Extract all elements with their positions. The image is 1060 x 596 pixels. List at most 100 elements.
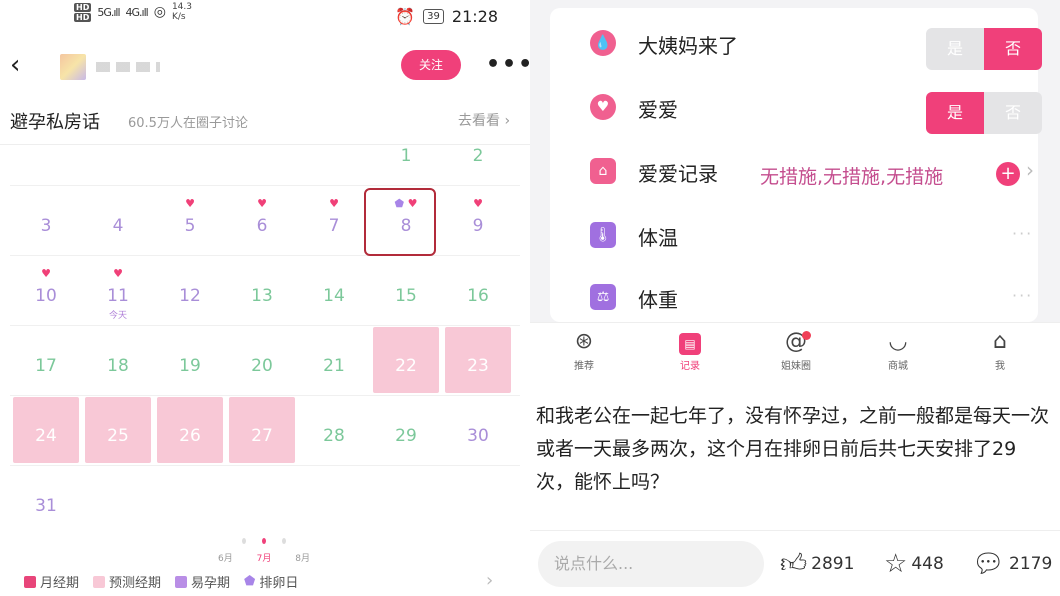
calendar-day[interactable]: 12 [154, 256, 226, 326]
month-dot-active[interactable] [262, 538, 266, 544]
calendar-day[interactable]: 15 [370, 256, 442, 326]
calendar-week: ♥ 10 ♥ 11 今天 12 13 14 15 16 [10, 256, 520, 326]
tab-label: 商城 [888, 361, 908, 372]
record-row-temperature[interactable]: 🌡 体温 ··· [550, 204, 1038, 266]
circle-title: 避孕私房话 [10, 112, 100, 133]
love-toggle[interactable]: 是 否 [926, 92, 1042, 134]
day-number: 27 [251, 426, 273, 446]
calendar-day[interactable]: 28 [298, 396, 370, 466]
calendar-day[interactable]: ♥ 9 [442, 186, 514, 256]
legend-item: 月经期 [24, 572, 79, 591]
day-number: 29 [395, 426, 417, 446]
calendar-day[interactable]: 16 [442, 256, 514, 326]
back-icon[interactable]: ‹ [10, 52, 20, 78]
chevron-right-icon[interactable]: › [1026, 158, 1034, 182]
calendar-day[interactable]: 3 [10, 186, 82, 256]
calendar-day-predicted-period[interactable]: 27 [226, 396, 298, 466]
day-number: 18 [107, 356, 129, 376]
today-label: 今天 [108, 311, 127, 321]
record-card-area: 💧 大姨妈来了 是 否 ♥ 爱爱 是 否 ⌂ 爱爱记录 无措施,无措施,无措施 … [530, 0, 1060, 322]
month-dots [234, 538, 294, 544]
love-no-option[interactable]: 否 [984, 92, 1042, 134]
calendar-day[interactable]: 29 [370, 396, 442, 466]
day-number: 17 [35, 356, 57, 376]
day-number: 2 [472, 146, 484, 166]
record-row-period: 💧 大姨妈来了 是 否 [550, 12, 1042, 74]
speed-value: 14.3 [171, 2, 192, 12]
calendar-day-predicted-period[interactable]: 22 [370, 326, 442, 396]
top-bar: ‹ 关注 ••• [0, 40, 530, 88]
period-no-option[interactable]: 否 [984, 28, 1042, 70]
day-number: 22 [395, 356, 417, 376]
tab-sisters[interactable]: @ 姐妹圈 [756, 329, 836, 372]
calendar-day-predicted-period[interactable]: 25 [82, 396, 154, 466]
sisters-icon: @ [785, 329, 807, 354]
calendar-day[interactable]: ♥ 6 [226, 186, 298, 256]
day-number: 6 [256, 216, 268, 236]
comment-button[interactable]: 💬︎ 2179 [972, 551, 1052, 577]
calendar-day[interactable]: 20 [226, 326, 298, 396]
calendar-day[interactable]: ♥ 10 [10, 256, 82, 326]
period-toggle[interactable]: 是 否 [926, 28, 1042, 70]
day-number: 4 [112, 216, 124, 236]
profile-icon: ⌂ [993, 329, 1007, 354]
circle-banner[interactable]: 避孕私房话 60.5万人在圈子讨论 去看看 › [0, 100, 530, 140]
month-label-active[interactable]: 7月 [257, 551, 272, 564]
calendar-day[interactable]: 14 [298, 256, 370, 326]
month-dot[interactable] [242, 538, 246, 544]
calendar-day[interactable]: 30 [442, 396, 514, 466]
chevron-right-icon[interactable]: › [486, 570, 493, 591]
favorite-button[interactable]: ☆ 448 [884, 551, 944, 577]
month-dot[interactable] [282, 538, 286, 544]
clock: 21:28 [451, 7, 498, 26]
day-number: 16 [467, 286, 489, 306]
tab-profile[interactable]: ⌂ 我 [960, 329, 1040, 372]
love-log-value: 无措施,无措施,无措施 [760, 166, 944, 188]
calendar-day[interactable]: 4 [82, 186, 154, 256]
record-row-love-log[interactable]: ⌂ 爱爱记录 无措施,无措施,无措施 + › [550, 140, 1038, 202]
tab-record[interactable]: ▤ 记录 [650, 329, 730, 372]
tab-recommend[interactable]: ⊛ 推荐 [544, 329, 624, 372]
blurred-username [96, 62, 160, 72]
calendar-day[interactable]: 1 [370, 146, 442, 186]
comment-input[interactable]: 说点什么... [538, 541, 764, 587]
avatar[interactable] [60, 54, 86, 80]
legend-item: ⬟ 排卵日 [244, 572, 298, 591]
calendar-day[interactable]: 2 [442, 146, 514, 186]
follow-button[interactable]: 关注 [401, 50, 461, 80]
calendar-day[interactable]: 13 [226, 256, 298, 326]
circle-link[interactable]: 去看看 › [458, 110, 510, 130]
month-label[interactable]: 6月 [218, 551, 233, 564]
month-label[interactable]: 8月 [295, 551, 310, 564]
calendar-day-predicted-period[interactable]: 26 [154, 396, 226, 466]
more-icon[interactable]: ••• [486, 52, 530, 77]
like-count: 2891 [811, 554, 855, 574]
record-label: 体温 [638, 226, 678, 250]
record-row-weight[interactable]: ⚖ 体重 ··· [550, 266, 1038, 328]
comment-bar: 说点什么... 👍︎ 2891 ☆ 448 💬︎ 2179 [530, 530, 1060, 590]
calendar-day[interactable]: 17 [10, 326, 82, 396]
tab-shop[interactable]: ◡ 商城 [858, 329, 938, 372]
calendar-day-predicted-period[interactable]: 23 [442, 326, 514, 396]
calendar-day[interactable]: ♥ 5 [154, 186, 226, 256]
heart-icon: ♥ [473, 197, 483, 210]
love-yes-option[interactable]: 是 [926, 92, 984, 134]
month-pager[interactable]: 6月 7月 8月 [0, 538, 530, 564]
calendar-day-today[interactable]: ♥ 11 今天 [82, 256, 154, 326]
calendar-day[interactable]: 31 [10, 466, 82, 536]
legend-label: 月经期 [40, 576, 80, 591]
ovulation-icon: ⬟ [244, 574, 256, 589]
add-icon[interactable]: + [996, 162, 1020, 186]
calendar-day[interactable]: ♥ 7 [298, 186, 370, 256]
calendar-day-predicted-period[interactable]: 24 [10, 396, 82, 466]
calendar-day[interactable]: 19 [154, 326, 226, 396]
day-number: 10 [35, 286, 57, 306]
legend-item: 预测经期 [93, 572, 161, 591]
day-number: 28 [323, 426, 345, 446]
day-number: 7 [328, 216, 340, 236]
period-swatch [24, 575, 36, 588]
calendar-day[interactable]: 18 [82, 326, 154, 396]
like-button[interactable]: 👍︎ 2891 [780, 551, 854, 577]
calendar-day[interactable]: 21 [298, 326, 370, 396]
period-yes-option[interactable]: 是 [926, 28, 984, 70]
